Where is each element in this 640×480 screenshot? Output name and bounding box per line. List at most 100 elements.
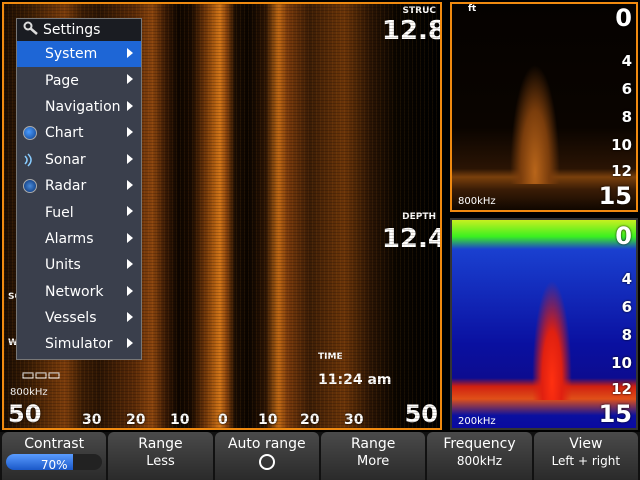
softkey-title: Contrast xyxy=(24,436,85,452)
chevron-right-icon xyxy=(127,48,133,58)
downscan-bottom-value: 15 xyxy=(598,182,632,210)
sonar-scale-label: 10 xyxy=(611,354,632,372)
downscan-scale-label: 12 xyxy=(611,162,632,180)
chevron-right-icon xyxy=(127,74,133,85)
menu-item-label: Sonar xyxy=(45,151,86,168)
struc-label: STRUC xyxy=(402,6,436,16)
menu-item-sonar[interactable]: Sonar xyxy=(17,147,141,173)
chevron-right-icon xyxy=(127,127,133,138)
menu-item-chart[interactable]: Chart xyxy=(17,120,141,146)
range-less-button[interactable]: Range Less xyxy=(108,432,213,480)
softkey-title: Frequency xyxy=(443,436,516,452)
menu-item-network[interactable]: Network xyxy=(17,279,141,305)
settings-menu-title: Settings xyxy=(43,22,101,38)
depth-label: DEPTH xyxy=(402,212,436,222)
tick-label: 10 xyxy=(170,412,190,428)
tick-label: 20 xyxy=(300,412,320,428)
chevron-right-icon xyxy=(127,338,133,349)
downscan-echo xyxy=(510,64,560,184)
tick-label: 10 xyxy=(258,412,278,428)
view-button[interactable]: View Left + right xyxy=(533,432,638,480)
downscan-scale-label: 4 xyxy=(621,52,632,70)
contrast-bar[interactable]: 70% xyxy=(6,454,103,470)
tick-label: 30 xyxy=(82,412,102,428)
range-left: 50 xyxy=(8,400,42,428)
wrench-icon xyxy=(23,21,39,39)
menu-item-label: System xyxy=(45,46,98,63)
chevron-right-icon xyxy=(127,206,133,217)
downscan-frequency: 800kHz xyxy=(458,196,496,207)
downscan-scale-label: 8 xyxy=(621,108,632,126)
menu-item-label: Radar xyxy=(45,178,87,195)
menu-item-vessels[interactable]: Vessels xyxy=(17,305,141,331)
sonar-frequency: 200kHz xyxy=(458,416,496,427)
sonar-icon xyxy=(23,153,37,167)
settings-menu: Settings System Page Navigation Chart So… xyxy=(16,18,142,360)
sonar-unit: ft xyxy=(468,220,476,222)
menu-item-label: Navigation xyxy=(45,98,121,115)
downscan-scale-label: 10 xyxy=(611,136,632,154)
tick-label: 20 xyxy=(126,412,146,428)
downscan-top-value: 0 xyxy=(615,4,632,32)
menu-item-label: Alarms xyxy=(45,230,94,247)
downscan-unit: ft xyxy=(468,4,477,14)
sonar-scale-label: 12 xyxy=(611,380,632,398)
sonar-scale-label: 8 xyxy=(621,326,632,344)
auto-range-button[interactable]: Auto range xyxy=(214,432,319,480)
depth-value: 12.4 xyxy=(381,224,442,254)
menu-item-label: Simulator xyxy=(45,336,113,353)
menu-item-radar[interactable]: Radar xyxy=(17,173,141,199)
softkey-bar: Contrast 70% Range Less Auto range Range… xyxy=(0,432,640,480)
sonar-2d-pane[interactable]: ft 0 4 6 8 10 12 200kHz 15 xyxy=(450,218,638,430)
menu-item-units[interactable]: Units xyxy=(17,252,141,278)
toggle-off-icon xyxy=(258,454,275,470)
sonar-top-value: 0 xyxy=(615,222,632,250)
softkey-title: View xyxy=(569,436,603,452)
menu-item-label: Network xyxy=(45,283,104,300)
range-more-button[interactable]: Range More xyxy=(320,432,426,480)
chevron-right-icon xyxy=(127,259,133,270)
downscan-pane[interactable]: ft 0 4 6 8 10 12 800kHz 15 xyxy=(450,2,638,212)
time-label: TIME xyxy=(318,352,343,362)
softkey-value: Left + right xyxy=(551,454,621,468)
settings-menu-header: Settings xyxy=(17,19,141,41)
menu-item-fuel[interactable]: Fuel xyxy=(17,199,141,225)
tick-label: 0 xyxy=(218,412,228,428)
sonar-echo xyxy=(532,280,572,400)
menu-item-system[interactable]: System xyxy=(17,41,141,68)
menu-item-label: Fuel xyxy=(45,204,74,221)
chevron-right-icon xyxy=(127,232,133,243)
chevron-right-icon xyxy=(127,153,133,164)
range-right: 50 xyxy=(404,400,438,428)
menu-item-simulator[interactable]: Simulator xyxy=(17,331,141,357)
record-indicator-icon xyxy=(22,364,60,379)
menu-item-label: Chart xyxy=(45,125,84,142)
softkey-title: Auto range xyxy=(227,436,306,452)
tick-label: 30 xyxy=(344,412,364,428)
sonar-bottom-value: 15 xyxy=(598,400,632,428)
menu-item-page[interactable]: Page xyxy=(17,67,141,93)
sonar-scale-label: 4 xyxy=(621,270,632,288)
chevron-right-icon xyxy=(127,285,133,296)
menu-item-alarms[interactable]: Alarms xyxy=(17,226,141,252)
softkey-title: Range xyxy=(350,436,396,452)
struc-value: 12.8 xyxy=(381,16,442,46)
menu-item-navigation[interactable]: Navigation xyxy=(17,94,141,120)
contrast-button[interactable]: Contrast 70% xyxy=(2,432,107,480)
globe-icon xyxy=(23,126,37,141)
softkey-value: 800kHz xyxy=(456,454,503,468)
softkey-title: Range xyxy=(138,436,183,452)
softkey-value: 70% xyxy=(40,458,68,470)
radar-icon xyxy=(23,178,37,193)
chevron-right-icon xyxy=(127,311,133,322)
chevron-right-icon xyxy=(127,179,133,190)
sidescan-frequency: 800kHz xyxy=(10,387,48,398)
downscan-scale-label: 6 xyxy=(621,80,632,98)
softkey-value: Less xyxy=(146,454,175,469)
softkey-value: More xyxy=(357,454,390,469)
time-value: 11:24 am xyxy=(318,372,392,388)
menu-item-label: Units xyxy=(45,257,81,274)
menu-item-label: Page xyxy=(45,72,79,89)
frequency-button[interactable]: Frequency 800kHz xyxy=(427,432,532,480)
sonar-scale-label: 6 xyxy=(621,298,632,316)
